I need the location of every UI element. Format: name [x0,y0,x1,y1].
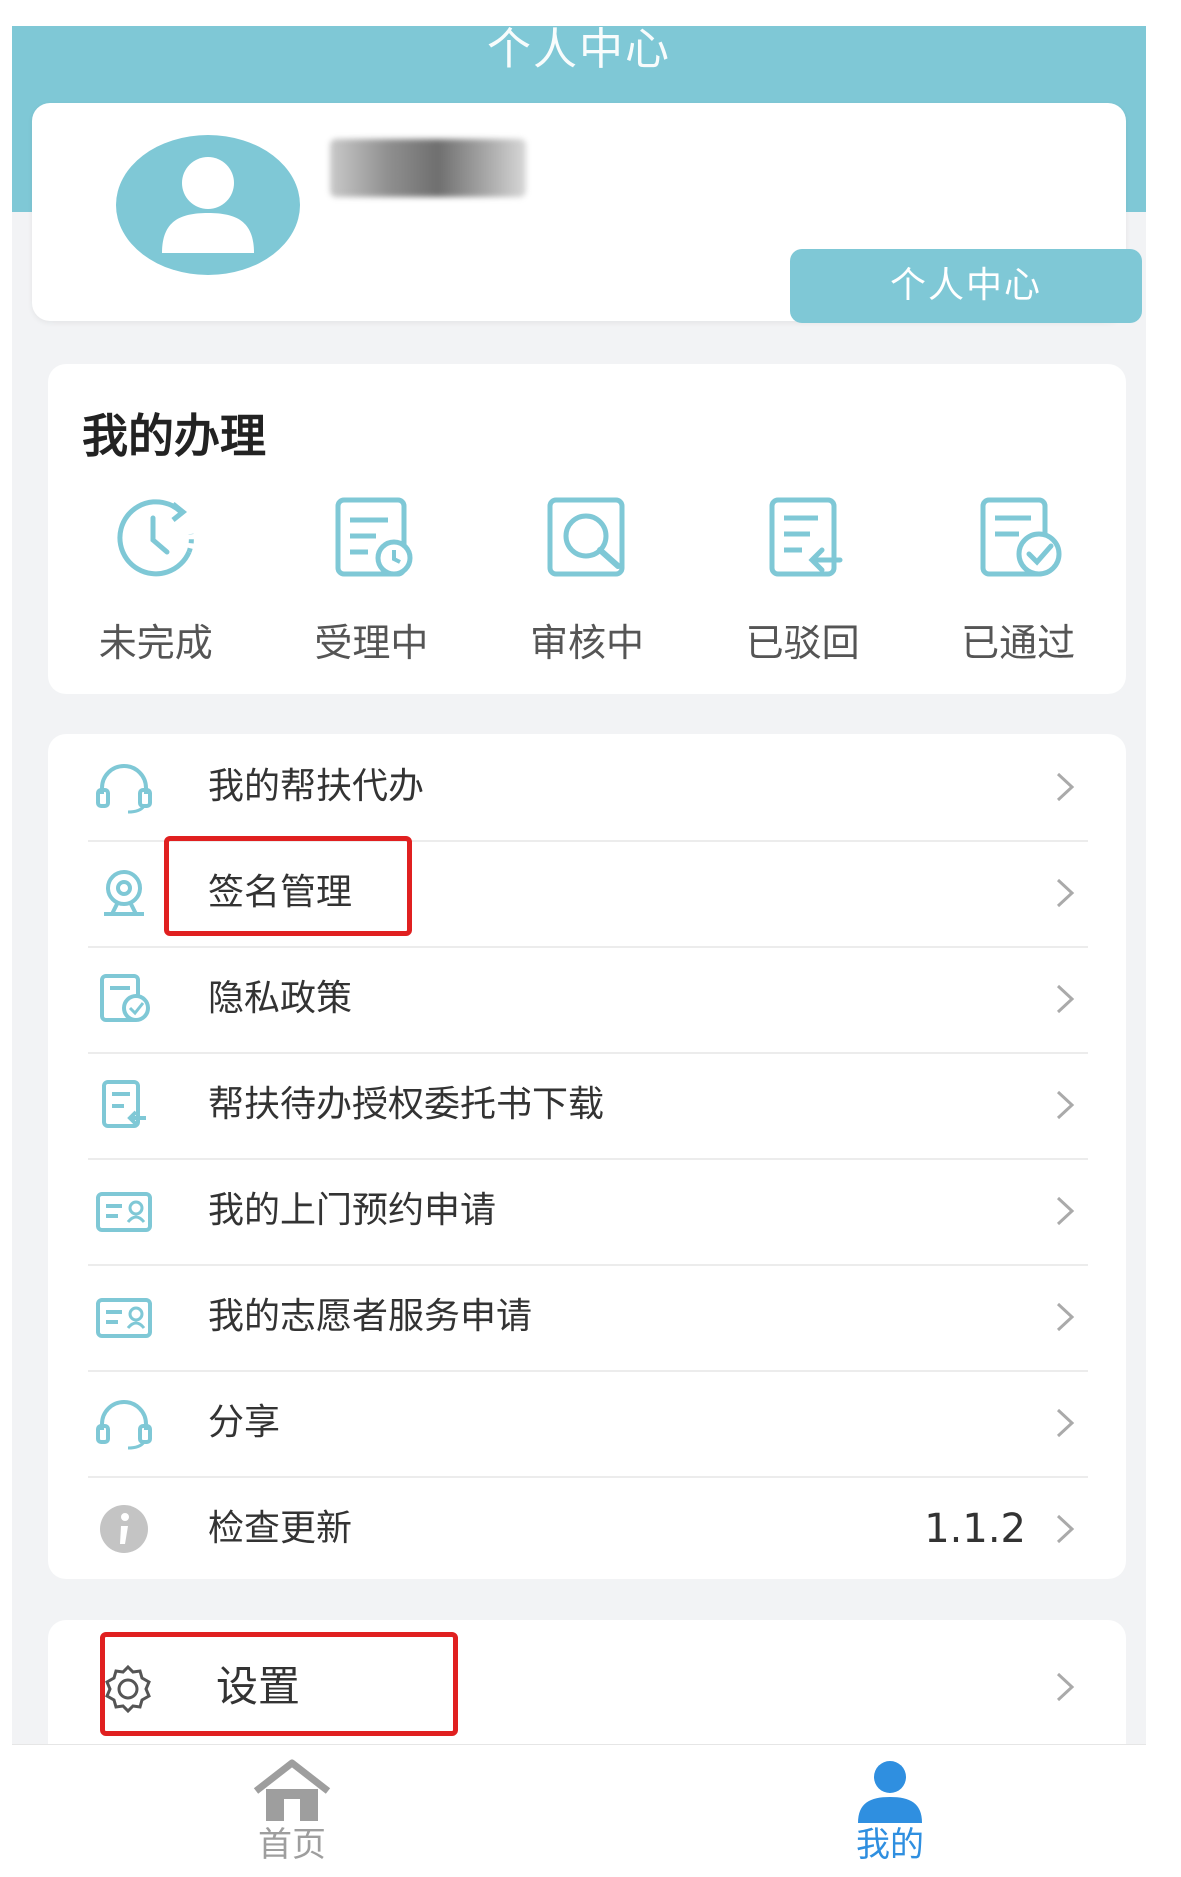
chevron-right-icon [1056,1090,1075,1120]
menu-item-label: 隐私政策 [208,978,353,1019]
profile-center-button[interactable]: 个人中心 [790,249,1142,323]
tab-bar: 首页 我的 [12,1744,1146,1877]
menu-item-volunteer-application[interactable]: 我的志愿者服务申请 [88,1264,1088,1372]
menu-item-label: 我的上门预约申请 [208,1190,497,1231]
status-rejected[interactable]: 已驳回 [695,494,911,674]
status-label: 已驳回 [745,621,860,665]
highlight-box-signature [164,836,412,936]
menu-item-help-agent[interactable]: 我的帮扶代办 [88,734,1088,842]
tab-label: 我的 [856,1825,924,1865]
chevron-right-icon [1056,1672,1075,1702]
status-accepting[interactable]: 受理中 [264,494,480,674]
tab-home[interactable]: 首页 [192,1745,392,1877]
menu-item-home-visit-appointment[interactable]: 我的上门预约申请 [88,1158,1088,1266]
status-label: 受理中 [314,621,429,665]
chevron-right-icon [1056,984,1075,1014]
headset-icon [96,764,152,814]
menu-item-privacy-policy[interactable]: 隐私政策 [88,946,1088,1054]
chevron-right-icon [1056,772,1075,802]
chevron-right-icon [1056,1408,1075,1438]
id-card-icon [96,1192,152,1232]
menu-item-label: 检查更新 [208,1508,353,1549]
my-handling-card: 我的办理 未完成 受理中 审核中 已驳回 已通过 [48,364,1126,694]
highlight-box-settings [100,1632,458,1736]
document-search-icon [547,497,625,577]
page-title: 个人中心 [487,26,671,75]
info-icon [100,1505,148,1553]
tab-mine[interactable]: 我的 [790,1745,990,1877]
document-clock-icon [335,497,413,577]
menu-item-label: 我的帮扶代办 [208,766,425,807]
menu-item-label: 分享 [208,1402,281,1443]
chevron-right-icon [1056,878,1075,908]
clock-refresh-icon [117,499,194,577]
status-incomplete[interactable]: 未完成 [48,494,264,674]
phone-screen: 个人中心 个人中心 我的办理 未完成 受理中 审核中 已驳回 已通过 我的帮扶代… [12,26,1146,1876]
id-card-icon [96,1298,152,1338]
status-label: 审核中 [529,621,644,665]
user-icon [858,1761,922,1823]
avatar[interactable] [116,135,300,275]
username-blurred [330,139,526,197]
chevron-right-icon [1056,1514,1075,1544]
document-download-icon [102,1080,146,1128]
document-return-icon [769,497,843,577]
status-row: 未完成 受理中 审核中 已驳回 已通过 [48,494,1126,674]
signature-icon [104,870,144,916]
document-check-icon [100,974,150,1022]
chevron-right-icon [1056,1196,1075,1226]
menu-item-label: 我的志愿者服务申请 [208,1296,533,1337]
user-icon [162,157,254,253]
headset-icon [96,1400,152,1450]
status-label: 已通过 [961,621,1076,665]
document-check-icon [980,497,1062,577]
status-reviewing[interactable]: 审核中 [479,494,695,674]
tab-label: 首页 [258,1825,326,1865]
profile-card: 个人中心 [32,103,1142,323]
section-title: 我的办理 [82,409,266,463]
menu-item-share[interactable]: 分享 [88,1370,1088,1478]
home-icon [253,1759,331,1821]
status-approved[interactable]: 已通过 [910,494,1126,674]
version-value: 1.1.2 [924,1506,1026,1552]
menu-item-label: 帮扶待办授权委托书下载 [208,1084,605,1125]
menu-item-check-update[interactable]: 检查更新 1.1.2 [88,1476,1088,1582]
menu-item-authorization-download[interactable]: 帮扶待办授权委托书下载 [88,1052,1088,1160]
status-label: 未完成 [98,621,213,665]
chevron-right-icon [1056,1302,1075,1332]
